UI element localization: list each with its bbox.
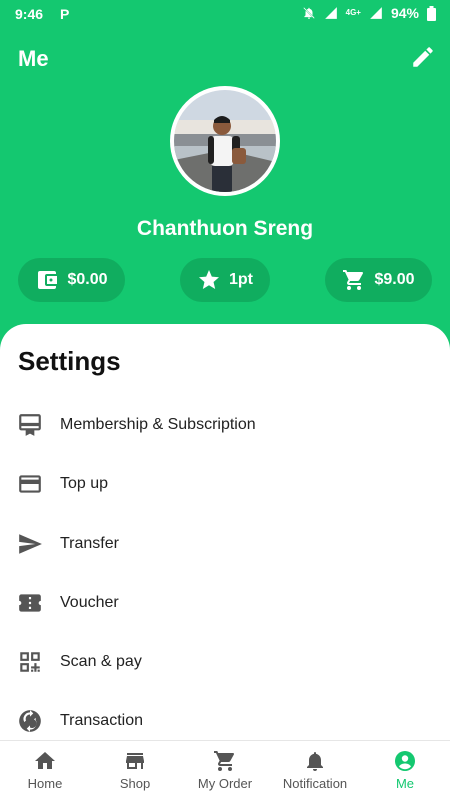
account-icon [395,751,415,771]
menu-item-voucher[interactable]: Voucher [0,573,450,632]
nav-label: Home [27,776,63,791]
membership-card-icon [17,412,43,438]
wallet-balance: $0.00 [67,271,108,288]
nav-notification[interactable]: Notification [270,741,360,800]
menu-item-label: Voucher [60,593,119,611]
qr-code-icon [17,649,43,675]
page-title: Me [18,46,49,71]
wallet-icon [38,271,58,289]
points-button[interactable]: 1pt [180,258,270,302]
parking-notification-icon: P [60,6,70,22]
menu-item-scan-pay[interactable]: Scan & pay [0,632,450,691]
ticket-icon [17,590,43,616]
home-icon [35,752,55,769]
bottom-navigation: Home Shop My Order Notification Me [0,740,450,800]
status-indicators: 4G+ 94% [302,5,436,21]
signal-icon [370,7,382,19]
avatar[interactable] [170,86,280,196]
menu-item-top-up[interactable]: Top up [0,454,450,513]
nav-label: Shop [119,776,151,791]
points-balance: 1pt [229,271,253,288]
menu-item-label: Top up [60,474,109,492]
send-icon [17,531,43,557]
menu-item-membership[interactable]: Membership & Subscription [0,395,450,454]
nav-label: Notification [282,776,348,791]
user-name: Chanthuon Sreng [136,217,314,240]
settings-title: Settings [18,346,121,376]
cart-icon [343,270,364,290]
star-icon [199,270,219,289]
nav-my-order[interactable]: My Order [180,741,270,800]
nav-label: Me [395,776,415,791]
status-bar: 9:46 P 4G+ 94% [0,0,450,28]
menu-item-transfer[interactable]: Transfer [0,514,450,573]
menu-item-label: Transfer [60,534,119,552]
menu-item-label: Scan & pay [60,652,142,670]
wallet-balance-button[interactable]: $0.00 [18,258,125,302]
store-icon [126,753,144,769]
cart-icon [214,751,235,771]
cart-total-button[interactable]: $9.00 [325,258,432,302]
bell-icon [307,752,323,771]
nav-me[interactable]: Me [360,741,450,800]
edit-profile-button[interactable] [410,44,436,70]
battery-icon [427,5,436,21]
sync-icon [17,708,43,734]
signal-x-icon [324,7,337,19]
menu-item-label: Membership & Subscription [60,415,256,433]
profile-photo [174,90,276,192]
status-time: 9:46 [15,6,44,22]
pencil-icon [413,47,433,67]
cart-total: $9.00 [374,271,415,288]
nav-label: My Order [197,776,253,791]
network-type: 4G+ [345,8,361,17]
profile-header: 9:46 P 4G+ 94% Me Chanthuon Sreng $0.00 … [0,0,450,360]
mute-icon [302,7,315,19]
menu-item-label: Transaction [60,711,143,729]
battery-percent: 94% [390,5,419,21]
nav-home[interactable]: Home [0,741,90,800]
credit-card-icon [17,471,43,497]
settings-panel: Settings Membership & Subscription Top u… [0,324,450,744]
nav-shop[interactable]: Shop [90,741,180,800]
